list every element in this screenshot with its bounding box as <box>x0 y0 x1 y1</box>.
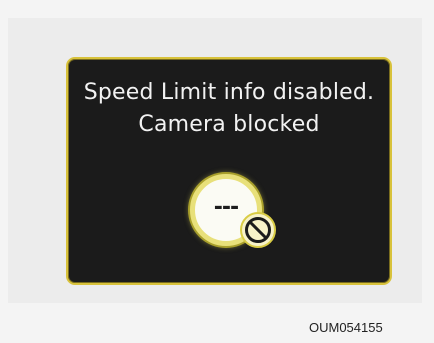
figure-code: OUM054155 <box>309 320 383 335</box>
cluster-display: Speed Limit info disabled. Camera blocke… <box>66 57 392 285</box>
prohibited-icon <box>240 212 276 248</box>
warning-message-line-2: Camera blocked <box>138 112 320 137</box>
warning-message-line-1: Speed Limit info disabled. <box>83 80 375 105</box>
